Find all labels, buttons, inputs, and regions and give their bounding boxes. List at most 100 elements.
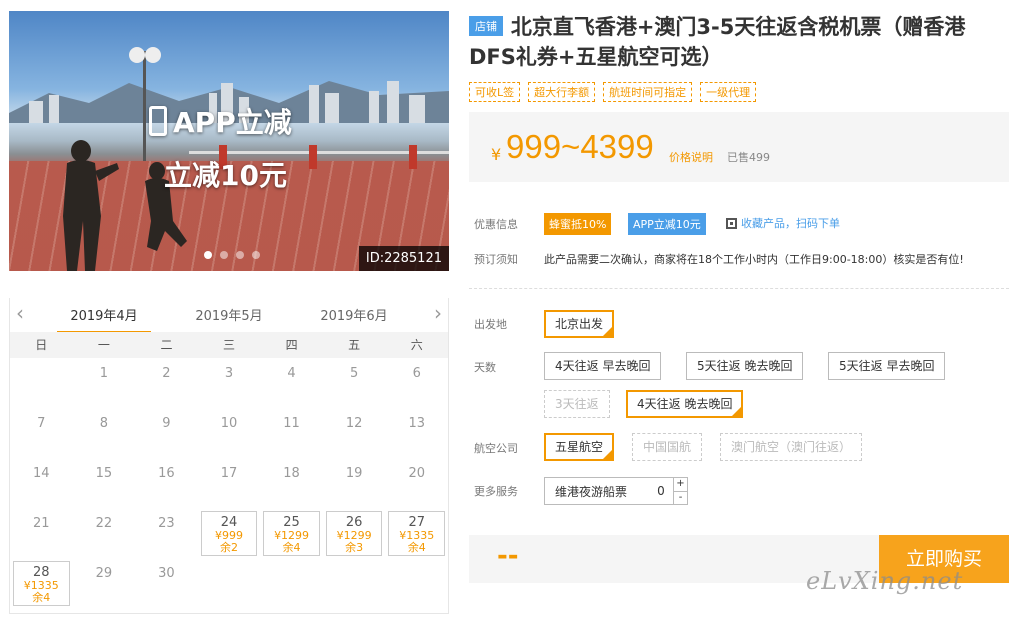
calendar-header: ‹ 2019年4月 2019年5月 2019年6月 › — [10, 297, 450, 334]
calendar-day: 8 — [73, 408, 136, 458]
mobile-phone-icon — [149, 106, 167, 136]
weekday-label: 六 — [410, 338, 423, 352]
tab-month-june[interactable]: 2019年6月 — [309, 305, 399, 324]
day-number: 22 — [95, 516, 113, 531]
product-hero-image[interactable]: APP立减 立减10元 ID:2285121 — [9, 11, 449, 271]
calendar-day: 14 — [10, 458, 73, 508]
calendar-day: 20 — [385, 458, 448, 508]
day-number: 19 — [345, 466, 363, 481]
day-number: 17 — [220, 466, 238, 481]
weekday-label: 三 — [223, 338, 236, 352]
day-number: 13 — [408, 416, 425, 431]
option-days[interactable]: 5天往返 早去晚回 — [828, 352, 946, 380]
promo-prefix: 立减 — [164, 159, 221, 192]
calendar-day: 16 — [135, 458, 198, 508]
calendar-day: 17 — [198, 458, 261, 508]
service-name: 维港夜游船票 — [555, 484, 628, 499]
chevron-right-icon[interactable]: › — [434, 301, 442, 325]
option-departure-beijing[interactable]: 北京出发 — [544, 310, 615, 338]
feature-tag: 一级代理 — [700, 82, 757, 102]
day-number: 4 — [287, 366, 296, 381]
qr-favorite-link[interactable]: 收藏产品，扫码下单 — [726, 215, 840, 231]
booking-notice: 此产品需要二次确认，商家将在18个工作小时内（工作日9:00-18:00）核实是… — [544, 253, 964, 266]
calendar-day: 4 — [260, 358, 323, 408]
weekday-label: 日 — [35, 338, 48, 352]
feature-tag: 航班时间可指定 — [603, 82, 693, 102]
day-number: 8 — [99, 416, 108, 431]
product-id-tag: ID:2285121 — [358, 246, 449, 271]
price-explain-link[interactable]: 价格说明 — [669, 149, 713, 165]
day-seats-left: 余4 — [407, 541, 426, 554]
day-number: 28 — [33, 565, 50, 580]
day-number: 15 — [95, 466, 113, 481]
site-watermark: eLvXing.net — [806, 567, 964, 595]
option-days[interactable]: 5天往返 晚去晚回 — [686, 352, 804, 380]
carousel-dot[interactable] — [220, 251, 228, 259]
option-airline-disabled: 澳门航空（澳门往返） — [720, 433, 863, 461]
decrement-button[interactable]: - — [674, 490, 687, 505]
calendar-day: 15 — [73, 458, 136, 508]
carousel-dots[interactable] — [204, 251, 260, 259]
total-price: -- — [497, 541, 519, 571]
feature-tag: 可收L签 — [469, 82, 521, 102]
tab-month-may[interactable]: 2019年5月 — [184, 305, 274, 324]
day-number: 30 — [158, 566, 175, 581]
weekday-label: 五 — [348, 338, 361, 352]
day-number: 10 — [220, 416, 238, 431]
product-title: 北京直飞香港+澳门3-5天往返含税机票（赠香港DFS礼券+五星航空可选） — [469, 15, 966, 69]
sold-count: 已售499 — [727, 151, 770, 164]
weekday-label: 二 — [160, 338, 173, 352]
carousel-dot[interactable] — [252, 251, 260, 259]
service-quantity[interactable]: 0 — [649, 484, 673, 498]
calendar-day: 30 — [135, 558, 198, 608]
calendar-day[interactable]: 28 ¥1335 余4 — [13, 561, 70, 606]
services-label: 更多服务 — [474, 485, 518, 498]
day-number: 9 — [162, 416, 171, 431]
day-number: 14 — [33, 466, 50, 481]
calendar-day[interactable]: 26 ¥1299 余3 — [325, 511, 383, 556]
weekday-header: 日 一 二 三 四 五 六 — [10, 332, 448, 358]
weekday-label: 四 — [285, 338, 298, 352]
carousel-dot[interactable] — [204, 251, 212, 259]
calendar-day: 7 — [10, 408, 73, 458]
calendar-day[interactable]: 24 ¥999 余2 — [200, 511, 258, 556]
option-airline-selected[interactable]: 五星航空 — [544, 433, 615, 461]
option-days-selected[interactable]: 4天往返 晚去晚回 — [626, 390, 744, 418]
app-discount-promo: APP立减 — [149, 101, 292, 141]
app-discount-badge: APP立减10元 — [628, 213, 706, 235]
day-number: 2 — [162, 366, 171, 381]
calendar-day: 2 — [135, 358, 198, 408]
calendar-day[interactable]: 25 ¥1299 余4 — [263, 511, 320, 556]
day-number: 26 — [345, 515, 363, 530]
price-currency: ¥ — [491, 145, 502, 164]
calendar-day: 21 — [10, 508, 73, 558]
day-number: 27 — [408, 515, 425, 530]
increment-button[interactable]: + — [674, 478, 687, 491]
chevron-left-icon[interactable]: ‹ — [16, 301, 24, 325]
calendar-day: 6 — [385, 358, 448, 408]
day-number: 20 — [408, 466, 425, 481]
day-number: 29 — [95, 566, 113, 581]
price-range: 999~4399 — [506, 128, 654, 165]
calendar-day: 9 — [135, 408, 198, 458]
option-airline-disabled: 中国国航 — [632, 433, 703, 461]
tab-month-april[interactable]: 2019年4月 — [57, 305, 151, 334]
discount-label: 优惠信息 — [474, 218, 518, 231]
option-days[interactable]: 4天往返 早去晚回 — [544, 352, 662, 380]
calendar-day: 3 — [198, 358, 261, 408]
days-label: 天数 — [474, 361, 496, 374]
day-number: 11 — [283, 416, 300, 431]
calendar-day: 23 — [135, 508, 198, 558]
day-number: 7 — [37, 416, 46, 431]
option-days-disabled: 3天往返 — [544, 390, 610, 418]
calendar-empty-cell — [10, 358, 73, 408]
weekday-label: 一 — [97, 338, 110, 352]
promo-amount: 10 — [220, 159, 259, 192]
day-number: 1 — [99, 366, 108, 381]
calendar-day[interactable]: 27 ¥1335 余4 — [388, 511, 445, 556]
shop-badge: 店铺 — [469, 16, 503, 36]
carousel-dot[interactable] — [236, 251, 244, 259]
promo-suffix: 元 — [258, 159, 287, 192]
calendar-day: 11 — [260, 408, 323, 458]
notice-label: 预订须知 — [474, 253, 518, 266]
